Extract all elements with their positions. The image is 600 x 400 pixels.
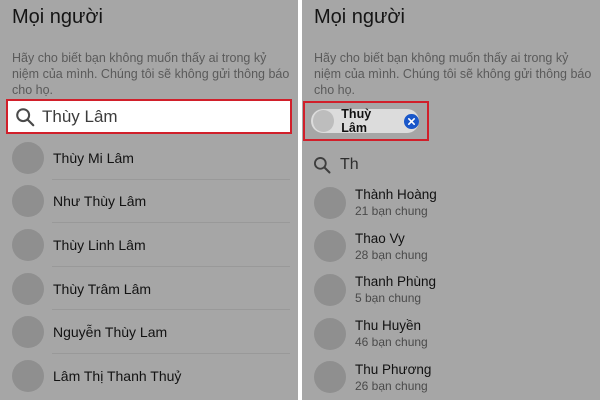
search-box[interactable] [6,99,292,134]
suggestions-list: Thành Hoàng 21 bạn chung Thao Vy 28 bạn … [302,181,600,399]
description-text: Hãy cho biết bạn không muốn thấy ai tron… [314,51,592,97]
avatar [12,141,44,174]
mutual-friends: 46 bạn chung [355,335,428,350]
avatar [12,228,44,261]
avatar [313,110,335,132]
list-item[interactable]: Thùy Mi Lâm [0,136,298,180]
list-item[interactable]: Nguyễn Thùy Lam [0,310,298,354]
avatar [12,185,44,218]
selected-chip-highlight: Thuỳ Lâm [303,101,429,141]
mutual-friends: 28 bạn chung [355,247,428,262]
avatar [314,273,346,306]
selected-person-chip[interactable]: Thuỳ Lâm [311,107,419,135]
mutual-friends: 26 bạn chung [355,378,428,393]
person-name: Nguyễn Thùy Lam [53,324,168,341]
page-title: Mọi người [314,6,405,28]
person-name: Thu Phương [355,361,432,377]
search-icon [16,107,35,126]
search-icon [314,157,331,174]
right-search-row[interactable]: Th [312,155,359,175]
person-name: Lâm Thị Thanh Thuỷ [53,367,182,384]
person-name: Thùy Trâm Lâm [53,280,152,297]
list-item[interactable]: Thao Vy 28 bạn chung [302,225,600,269]
avatar [314,361,346,394]
avatar [12,272,44,305]
close-glyph [408,117,416,125]
mutual-friends: 5 bạn chung [355,291,422,306]
avatar [314,230,346,263]
person-name: Thao Vy [355,230,405,246]
list-item[interactable]: Thùy Linh Lâm [0,223,298,267]
list-item[interactable]: Thùy Trâm Lâm [0,267,298,311]
person-name: Thùy Linh Lâm [53,236,146,253]
person-name: Thanh Phùng [355,274,437,290]
list-item[interactable]: Như Thùy Lâm [0,180,298,224]
search-input[interactable] [42,106,282,127]
description-text: Hãy cho biết bạn không muốn thấy ai tron… [12,51,290,97]
person-name: Thu Huyền [355,318,422,334]
person-name: Thành Hoàng [355,187,437,203]
avatar [12,359,44,392]
person-name: Thùy Mi Lâm [53,149,134,166]
mutual-friends: 21 bạn chung [355,204,428,219]
list-item[interactable]: Thu Phương 26 bạn chung [302,355,600,399]
avatar [12,316,44,349]
search-query[interactable]: Th [340,156,359,174]
avatar [314,317,346,350]
list-item[interactable]: Lâm Thị Thanh Thuỷ [0,354,298,398]
close-icon[interactable] [404,113,419,129]
page-title: Mọi người [12,6,103,28]
avatar [314,186,346,219]
list-item[interactable]: Thanh Phùng 5 bạn chung [302,268,600,312]
chip-label: Thuỳ Lâm [341,107,372,135]
results-list: Thùy Mi Lâm Như Thùy Lâm Thùy Linh Lâm T… [0,136,298,398]
left-panel: Mọi người Hãy cho biết bạn không muốn th… [0,0,298,400]
list-item[interactable]: Thu Huyền 46 bạn chung [302,312,600,356]
list-item[interactable]: Thành Hoàng 21 bạn chung [302,181,600,225]
person-name: Như Thùy Lâm [53,193,147,210]
